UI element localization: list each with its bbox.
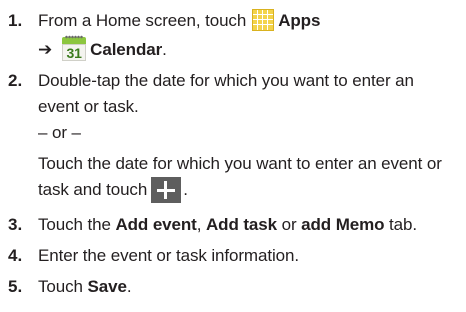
period: . <box>162 40 167 59</box>
add-event-label: Add event <box>115 214 197 234</box>
step-body: From a Home screen, touch Apps ➔ 31 Calenda… <box>38 8 458 63</box>
step-2: 2. Double-tap the date for which you wan… <box>8 68 458 204</box>
step-number: 3. <box>8 214 23 234</box>
period: . <box>183 180 188 199</box>
step-text: event or task. <box>38 97 139 116</box>
step-text: , <box>196 214 206 234</box>
step-text: Touch the date for which you want to ent… <box>38 154 442 173</box>
period: . <box>126 276 132 296</box>
plus-icon <box>151 176 182 203</box>
step-number: 4. <box>8 245 23 265</box>
step-number: 2. <box>8 71 23 90</box>
step-5: 5. Touch Save. <box>8 274 458 300</box>
step-text: or <box>276 214 302 234</box>
step-body: Double-tap the date for which you want t… <box>38 68 458 204</box>
step-1: 1. From a Home screen, touch Apps ➔ 31 Cale… <box>8 8 458 63</box>
or-separator: – or – <box>38 123 81 142</box>
step-body: Touch Save. <box>38 274 458 300</box>
calendar-label: Calendar <box>90 40 163 59</box>
step-4: 4. Enter the event or task information. <box>8 243 458 269</box>
arrow-icon: ➔ <box>38 40 53 59</box>
step-body: Touch the Add event, Add task or add Mem… <box>38 212 458 238</box>
step-number: 1. <box>8 11 23 30</box>
step-body: Enter the event or task information. <box>38 243 458 269</box>
add-memo-label: add Memo <box>301 214 385 234</box>
step-text: Double-tap the date for which you want t… <box>38 71 414 90</box>
calendar-icon: 31 <box>62 34 87 61</box>
step-text: From a Home screen, touch <box>38 11 247 30</box>
apps-grid-icon <box>252 8 275 31</box>
step-text: Touch the <box>38 214 116 234</box>
step-3: 3. Touch the Add event, Add task or add … <box>8 212 458 238</box>
step-text: Enter the event or task information. <box>38 245 299 265</box>
add-task-label: Add task <box>205 214 277 234</box>
step-number: 5. <box>8 276 23 296</box>
instruction-list: 1. From a Home screen, touch Apps ➔ 31 Cale… <box>0 0 466 312</box>
apps-label: Apps <box>278 11 321 30</box>
step-text: tab. <box>384 214 418 234</box>
save-label: Save <box>87 276 127 296</box>
step-text: Touch <box>38 276 88 296</box>
step-text: task and touch <box>38 180 148 199</box>
calendar-icon-day: 31 <box>62 43 87 61</box>
